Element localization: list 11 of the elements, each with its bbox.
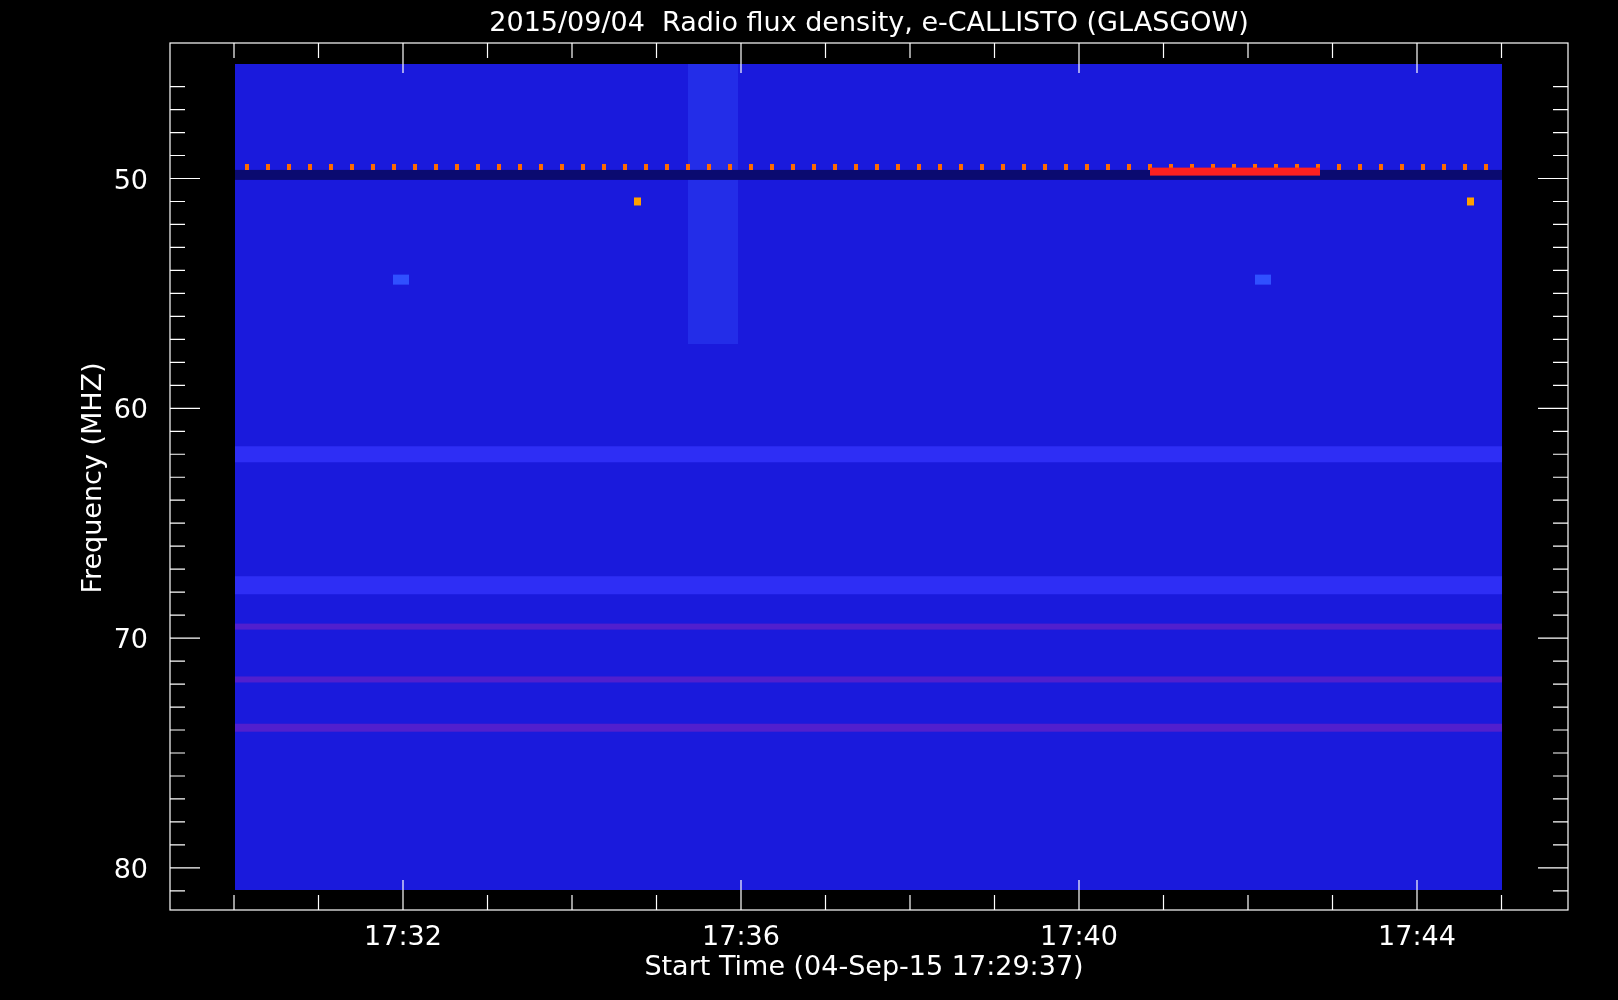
x-axis-label: Start Time (04-Sep-15 17:29:37)	[644, 950, 1084, 981]
x-tick-label: 17:44	[1378, 920, 1456, 951]
x-tick-label: 17:32	[364, 920, 442, 951]
x-tick-label: 17:40	[1040, 920, 1118, 951]
y-tick-label: 50	[113, 163, 148, 195]
chart-title: 2015/09/04 Radio flux density, e-CALLISTO (GLASGOW)	[489, 6, 1249, 37]
y-tick-label: 60	[113, 393, 148, 425]
y-tick-label: 80	[113, 852, 148, 884]
x-tick-label: 17:36	[702, 920, 780, 951]
y-tick-label: 70	[113, 623, 148, 655]
y-axis-label: Frequency (MHZ)	[76, 362, 107, 594]
